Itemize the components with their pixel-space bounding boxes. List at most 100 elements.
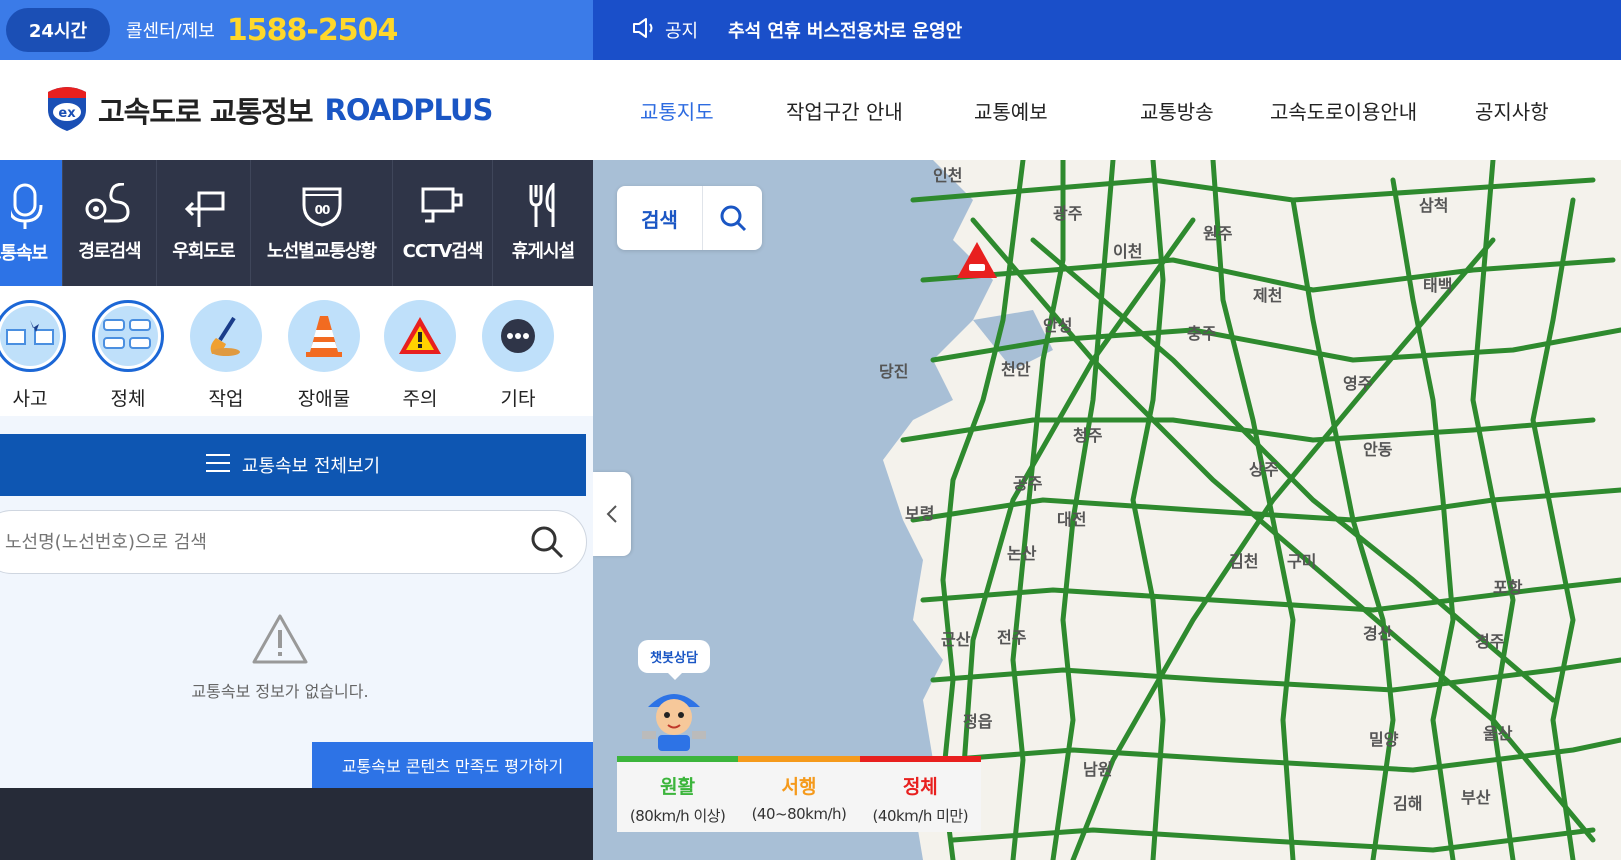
chatbot-mascot-icon [642, 694, 706, 751]
view-all-button[interactable]: 교통속보 전체보기 [0, 434, 586, 496]
search-icon[interactable] [703, 186, 762, 250]
city-label: 삼척 [1419, 196, 1449, 215]
traffic-map[interactable]: 인천 광주 원주 삼척 이천 제천 태백 안성 충주 당진 천안 영주 청주 안… [593, 160, 1621, 860]
city-label: 영주 [1343, 374, 1373, 393]
legend-range: (80km/h 이상) [629, 807, 726, 825]
city-label: 남원 [1083, 760, 1113, 779]
24h-badge: 24시간 [6, 8, 110, 52]
route-search-input[interactable] [5, 531, 505, 553]
speaker-icon [631, 17, 657, 43]
tab-route-status[interactable]: 00 노선별교통상황 [251, 160, 393, 286]
city-label: 광주 [1053, 204, 1083, 223]
site-logo[interactable]: ex 고속도로 교통정보 ROADPLUS [44, 84, 494, 136]
city-label: 경주 [1475, 632, 1505, 651]
tab-label: 우회도로 [172, 241, 235, 262]
tab-detour[interactable]: 우회도로 [157, 160, 251, 286]
category-obstacle[interactable]: 장애물 [284, 300, 364, 411]
sidebar-tabs: 교통속보 경로검색 우회도로 00 노선별교통상황 CCTV검색 휴게시설 [0, 160, 593, 286]
legend-name: 원활 [660, 776, 696, 798]
traffic-cone-icon [288, 300, 360, 372]
search-icon[interactable] [530, 525, 564, 563]
city-label: 안동 [1363, 440, 1393, 459]
tab-label: 경로검색 [78, 241, 141, 262]
category-work[interactable]: 작업 [186, 300, 266, 411]
city-label: 안성 [1043, 316, 1073, 335]
legend-smooth: 원활 (80km/h 이상) [617, 756, 739, 832]
city-label: 이천 [1113, 242, 1143, 261]
city-label: 논산 [1007, 544, 1037, 563]
city-label: 대전 [1057, 510, 1087, 529]
city-label: 구미 [1287, 552, 1317, 571]
category-label: 기타 [500, 388, 536, 410]
warning-icon [384, 300, 456, 372]
legend-range: (40km/h 미만) [872, 807, 969, 825]
chatbot-button[interactable]: 챗봇상담 [638, 640, 718, 755]
tab-route-search[interactable]: 경로검색 [63, 160, 157, 286]
city-label: 태백 [1423, 276, 1453, 295]
view-all-label: 교통속보 전체보기 [241, 456, 381, 477]
route-search-box [0, 510, 587, 574]
category-label: 작업 [208, 388, 244, 410]
fork-knife-icon [529, 183, 555, 227]
logo-brand: ROADPLUS [324, 93, 494, 127]
ex-logo-icon: ex [44, 84, 90, 136]
map-search-label[interactable]: 검색 [617, 186, 703, 250]
accident-icon [0, 300, 66, 372]
svg-text:00: 00 [314, 203, 329, 217]
category-congestion[interactable]: 정체 [88, 300, 168, 411]
empty-state: 교통속보 정보가 없습니다. [0, 612, 560, 702]
map-search[interactable]: 검색 [617, 186, 762, 250]
more-icon [482, 300, 554, 372]
empty-message: 교통속보 정보가 없습니다. [191, 682, 369, 701]
microphone-icon [11, 183, 43, 229]
city-label: 제천 [1253, 286, 1283, 305]
nav-traffic-map[interactable]: 교통지도 [640, 96, 714, 125]
traffic-legend: 원활 (80km/h 이상) 서행 (40~80km/h) 정체 (40km/h… [617, 756, 981, 832]
category-other[interactable]: 기타 [478, 300, 558, 411]
tab-label: 교통속보 [0, 243, 48, 264]
notice-section: 공지 추석 연휴 버스전용차로 운영안 [593, 0, 1621, 60]
site-header: ex 고속도로 교통정보 ROADPLUS 교통지도 작업구간 안내 교통예보 … [0, 60, 1621, 160]
detour-icon [184, 191, 224, 227]
city-label: 청주 [1073, 426, 1103, 445]
nav-traffic-forecast[interactable]: 교통예보 [974, 96, 1048, 125]
notice-label: 공지 [665, 21, 699, 42]
legend-range: (40~80km/h) [751, 805, 847, 823]
nav-work-zone[interactable]: 작업구간 안내 [786, 96, 903, 125]
city-label: 원주 [1203, 224, 1233, 243]
category-accident[interactable]: 사고 [0, 300, 70, 411]
tab-traffic-news[interactable]: 교통속보 [0, 160, 63, 286]
city-label: 부산 [1461, 788, 1491, 807]
tab-label: 노선별교통상황 [267, 241, 377, 262]
category-caution[interactable]: 주의 [380, 300, 460, 411]
category-label: 사고 [12, 388, 48, 410]
city-label: 포항 [1493, 578, 1523, 597]
map-canvas [883, 160, 1621, 860]
tab-cctv[interactable]: CCTV검색 [393, 160, 493, 286]
collapse-panel-button[interactable] [593, 472, 631, 556]
callcenter-section: 24시간 콜센터/제보 1588-2504 [0, 0, 593, 60]
rate-content-button[interactable]: 교통속보 콘텐츠 만족도 평가하기 [312, 742, 593, 788]
city-label: 천안 [1001, 360, 1031, 379]
notice-link[interactable]: 추석 연휴 버스전용차로 운영안 [728, 17, 962, 43]
nav-notices[interactable]: 공지사항 [1475, 96, 1549, 125]
svg-text:ex: ex [58, 106, 76, 121]
shovel-icon [190, 300, 262, 372]
city-label: 전주 [997, 628, 1027, 647]
tab-label: CCTV검색 [402, 241, 484, 262]
city-label: 김천 [1229, 552, 1259, 571]
city-label: 정읍 [963, 712, 993, 731]
menu-icon [205, 453, 230, 478]
nav-highway-guide[interactable]: 고속도로이용안내 [1270, 96, 1417, 125]
route-shield-icon: 00 [302, 187, 341, 227]
city-label: 밀양 [1369, 730, 1399, 749]
tab-rest-area[interactable]: 휴게시설 [493, 160, 593, 286]
nav-traffic-broadcast[interactable]: 교통방송 [1140, 96, 1214, 125]
city-label: 당진 [879, 362, 909, 381]
legend-congested: 정체 (40km/h 미만) [859, 756, 981, 832]
callcenter-label: 콜센터/제보 [126, 21, 215, 42]
city-label: 충주 [1187, 324, 1217, 343]
city-label: 공주 [1013, 474, 1043, 493]
chevron-left-icon [606, 505, 617, 523]
callcenter-number[interactable]: 1588-2504 [227, 13, 398, 48]
